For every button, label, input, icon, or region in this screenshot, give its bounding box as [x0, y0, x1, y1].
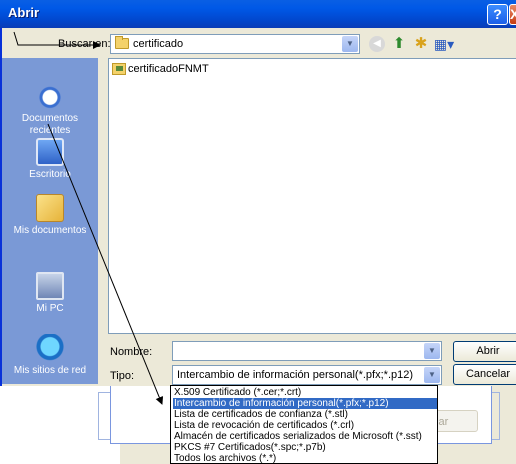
place-my-documents[interactable]: Mis documentos	[2, 194, 98, 237]
place-my-computer[interactable]: Mi PC	[2, 272, 98, 315]
desktop-icon	[36, 138, 64, 166]
place-label: Mi PC	[36, 303, 64, 314]
help-button[interactable]: ?	[487, 4, 508, 25]
look-in-label: Buscar en:	[58, 38, 111, 50]
look-in-combobox[interactable]: certificado ▼	[110, 34, 360, 54]
back-icon[interactable]: ◀	[369, 36, 385, 52]
folder-icon	[115, 36, 129, 49]
file-type-value: Intercambio de información personal(*.pf…	[177, 369, 414, 381]
place-recent-documents[interactable]: Documentos recientes	[2, 82, 98, 137]
up-folder-icon[interactable]: ⬆	[391, 36, 407, 52]
cancel-button[interactable]: Cancelar	[453, 364, 516, 385]
file-type-option[interactable]: Almacén de certificados serializados de …	[173, 431, 437, 442]
file-name-input[interactable]: ▼	[172, 341, 442, 361]
file-type-combobox[interactable]: Intercambio de información personal(*.pf…	[172, 365, 442, 385]
new-folder-icon[interactable]: ✱	[413, 36, 429, 52]
file-type-option[interactable]: Lista de revocación de certificados (*.c…	[173, 420, 437, 431]
file-type-label: Tipo:	[110, 370, 135, 382]
file-type-option[interactable]: PKCS #7 Certificados(*.spc;*.p7b)	[173, 442, 437, 453]
close-button[interactable]: X	[509, 4, 516, 25]
place-label: Mis documentos	[13, 225, 87, 236]
file-list[interactable]: certificadoFNMT	[108, 58, 516, 334]
file-type-option[interactable]: X.509 Certificado (*.cer;*.crt)	[173, 387, 437, 398]
certificate-file-icon	[112, 63, 126, 75]
my-computer-icon	[36, 272, 64, 300]
place-label: Documentos recientes	[21, 113, 79, 136]
views-menu-icon[interactable]: ▦▾	[433, 36, 455, 52]
recent-documents-icon	[36, 82, 64, 110]
file-type-option-selected[interactable]: Intercambio de información personal(*.pf…	[173, 398, 437, 409]
open-button[interactable]: Abrir	[453, 341, 516, 362]
place-label: Mis sitios de red	[13, 365, 87, 376]
chevron-down-icon[interactable]: ▼	[424, 343, 440, 359]
file-type-option[interactable]: Lista de certificados de confianza (*.st…	[173, 409, 437, 420]
chevron-down-icon[interactable]: ▼	[424, 367, 440, 383]
my-documents-icon	[36, 194, 64, 222]
file-type-option[interactable]: Todos los archivos (*.*)	[173, 453, 437, 463]
chevron-down-icon[interactable]: ▼	[342, 36, 358, 52]
title-bar: Abrir ? X	[0, 0, 516, 28]
place-desktop[interactable]: Escritorio	[2, 138, 98, 181]
place-label: Escritorio	[29, 169, 71, 180]
file-name-label: Nombre:	[110, 346, 153, 358]
open-file-dialog: Abrir ? X Buscar en: certificado ▼ ◀ ⬆ ✱…	[0, 0, 516, 386]
look-in-value: certificado	[133, 38, 184, 50]
dialog-title: Abrir	[8, 5, 40, 20]
places-bar: Documentos recientes Escritorio Mis docu…	[2, 58, 98, 384]
place-network[interactable]: Mis sitios de red	[2, 334, 98, 377]
network-places-icon	[36, 334, 64, 362]
file-name: certificadoFNMT	[128, 63, 209, 75]
file-type-dropdown-list[interactable]: X.509 Certificado (*.cer;*.crt) Intercam…	[170, 385, 438, 464]
